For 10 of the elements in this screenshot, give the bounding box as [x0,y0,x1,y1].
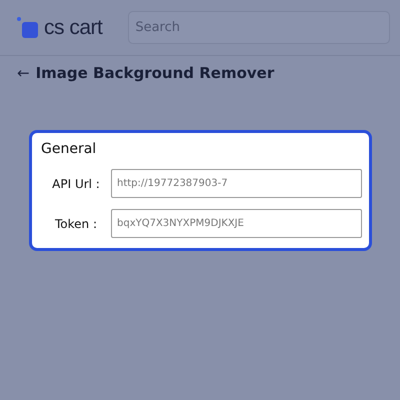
input-field[interactable]: bqxYQ7X3NYXPM9DJKXJE [111,209,362,238]
logo-icon [17,16,39,38]
input-field[interactable]: http://19772387903-7 [111,169,362,198]
field-label: API Url : [51,176,101,190]
card-title: General [41,141,98,157]
search-field[interactable]: Search [128,11,390,44]
back-link[interactable]: ← [17,64,30,82]
page-title: Image Background Remover [36,64,274,82]
logo-text: cs cart [44,16,102,40]
field-label: Token : [54,216,98,230]
